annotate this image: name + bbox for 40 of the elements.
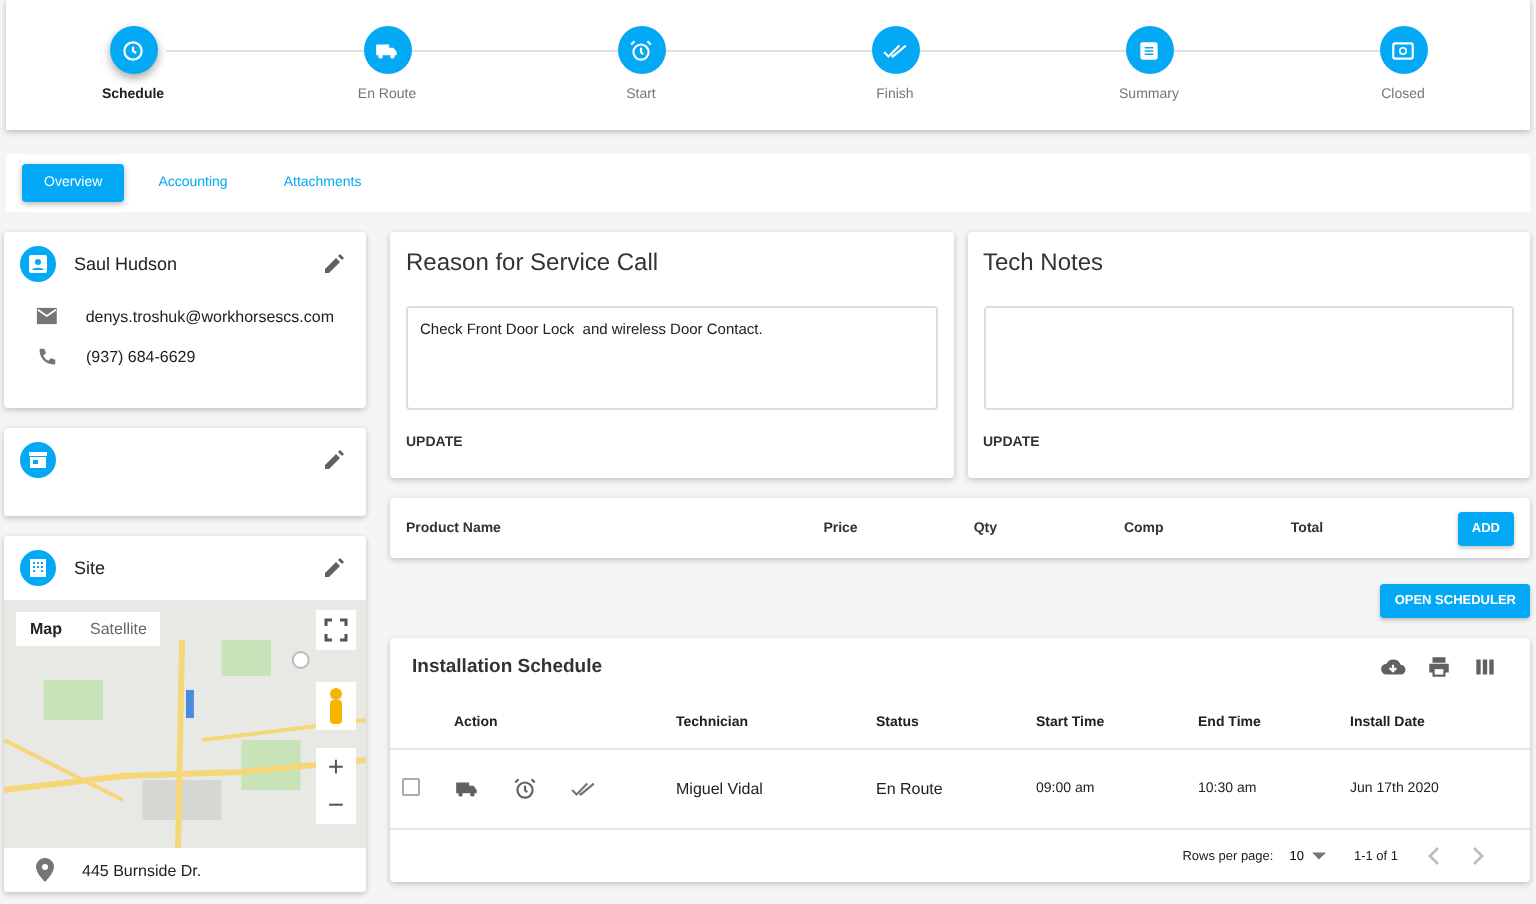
money-icon xyxy=(1390,37,1416,63)
table-cell-text: En Route xyxy=(876,780,945,798)
edit-icon[interactable] xyxy=(322,252,346,276)
store-icon xyxy=(20,442,56,478)
mail-icon xyxy=(36,306,58,326)
step-circle[interactable] xyxy=(363,26,411,74)
step-circle[interactable] xyxy=(871,26,919,74)
contact-icon xyxy=(20,246,56,282)
email-text: denys.troshuk@workhorsescs.com xyxy=(85,307,334,325)
step-circle[interactable] xyxy=(1125,26,1173,74)
clock-icon xyxy=(120,37,146,63)
alarm-clock-icon xyxy=(628,37,654,63)
phone-icon xyxy=(36,346,58,368)
columns-icon[interactable] xyxy=(1472,654,1498,680)
next-page-icon[interactable] xyxy=(1470,846,1486,866)
table-title: Installation Schedule xyxy=(412,656,605,678)
building-icon xyxy=(20,550,56,586)
site-title: Site xyxy=(74,558,108,578)
step-circle[interactable] xyxy=(617,26,665,74)
alarm-clock-icon xyxy=(512,776,538,802)
location-pin-icon xyxy=(36,858,54,882)
step-circle[interactable] xyxy=(1379,26,1427,74)
text-area[interactable] xyxy=(983,306,1514,410)
edit-icon[interactable] xyxy=(322,556,346,580)
address-text: 445 Burnside Dr. xyxy=(82,861,202,879)
contact-name: Saul Hudson xyxy=(74,254,180,274)
phone-text: (937) 684-6629 xyxy=(86,348,196,366)
caret-icon xyxy=(1311,852,1326,860)
edit-icon[interactable] xyxy=(322,448,346,472)
step-circle[interactable] xyxy=(109,26,157,74)
previous-page-icon[interactable] xyxy=(1426,846,1442,866)
card-title: Reason for Service Call xyxy=(406,248,661,276)
fullscreen-icon[interactable] xyxy=(316,610,356,650)
document-icon xyxy=(1136,37,1162,63)
cloud-download-icon[interactable] xyxy=(1380,654,1406,680)
table-cell-text: Miguel Vidal xyxy=(676,780,765,798)
checkbox[interactable] xyxy=(402,778,420,796)
person-icon[interactable] xyxy=(316,682,356,730)
print-icon[interactable] xyxy=(1426,654,1452,680)
card-title: Tech Notes xyxy=(983,248,1106,276)
